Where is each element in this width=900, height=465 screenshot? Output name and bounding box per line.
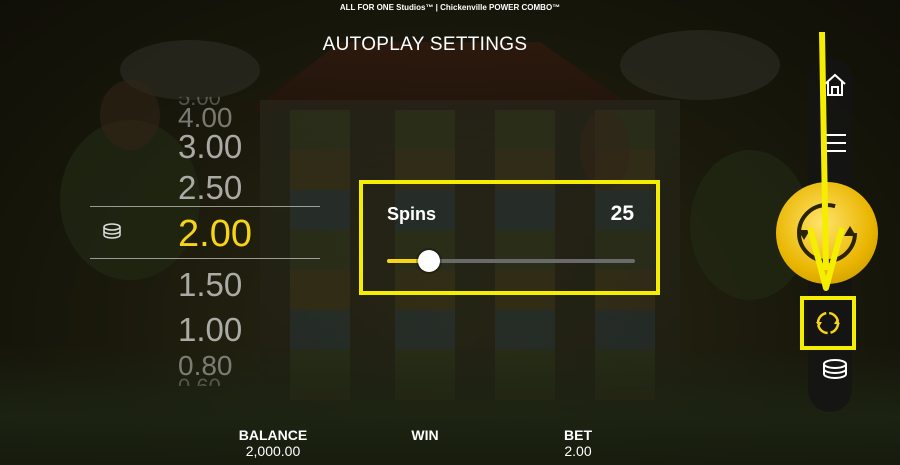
bet-option[interactable]: 1.00 [178,313,242,346]
win-label: WIN [411,427,439,443]
bet-label: BET [564,427,592,443]
balance-label: BALANCE [238,427,308,443]
selection-line-bottom [90,258,320,259]
balance-value: 2,000.00 [245,443,301,459]
spins-slider[interactable] [387,250,635,272]
studio-title: ALL FOR ONE Studios™ | Chickenville POWE… [339,3,561,12]
bet-option[interactable]: 3.00 [178,130,242,163]
coins-icon[interactable] [822,358,848,384]
bet-value: 2.00 [564,443,592,459]
bet-display: BET 2.00 [553,427,603,459]
spins-slider-thumb[interactable] [418,250,441,272]
spins-label: Spins [387,204,437,224]
annotation-arrow [807,31,845,291]
settings-title: AUTOPLAY SETTINGS [322,34,528,55]
coins-icon [103,223,121,239]
bet-option[interactable]: 2.50 [178,171,242,204]
bet-option[interactable]: 0.80 [178,352,233,380]
win-display: WIN [400,427,450,443]
spins-value: 25 [610,202,634,225]
balance-display: BALANCE 2,000.00 [230,427,316,459]
selection-line-top [90,206,320,207]
spins-panel: Spins 25 [359,180,660,295]
bet-option-selected[interactable]: 2.00 [178,215,252,253]
bet-option[interactable]: 1.50 [178,268,242,301]
bet-picker[interactable]: 5.00 4.00 3.00 2.50 2.00 1.50 1.00 0.80 … [90,88,320,388]
